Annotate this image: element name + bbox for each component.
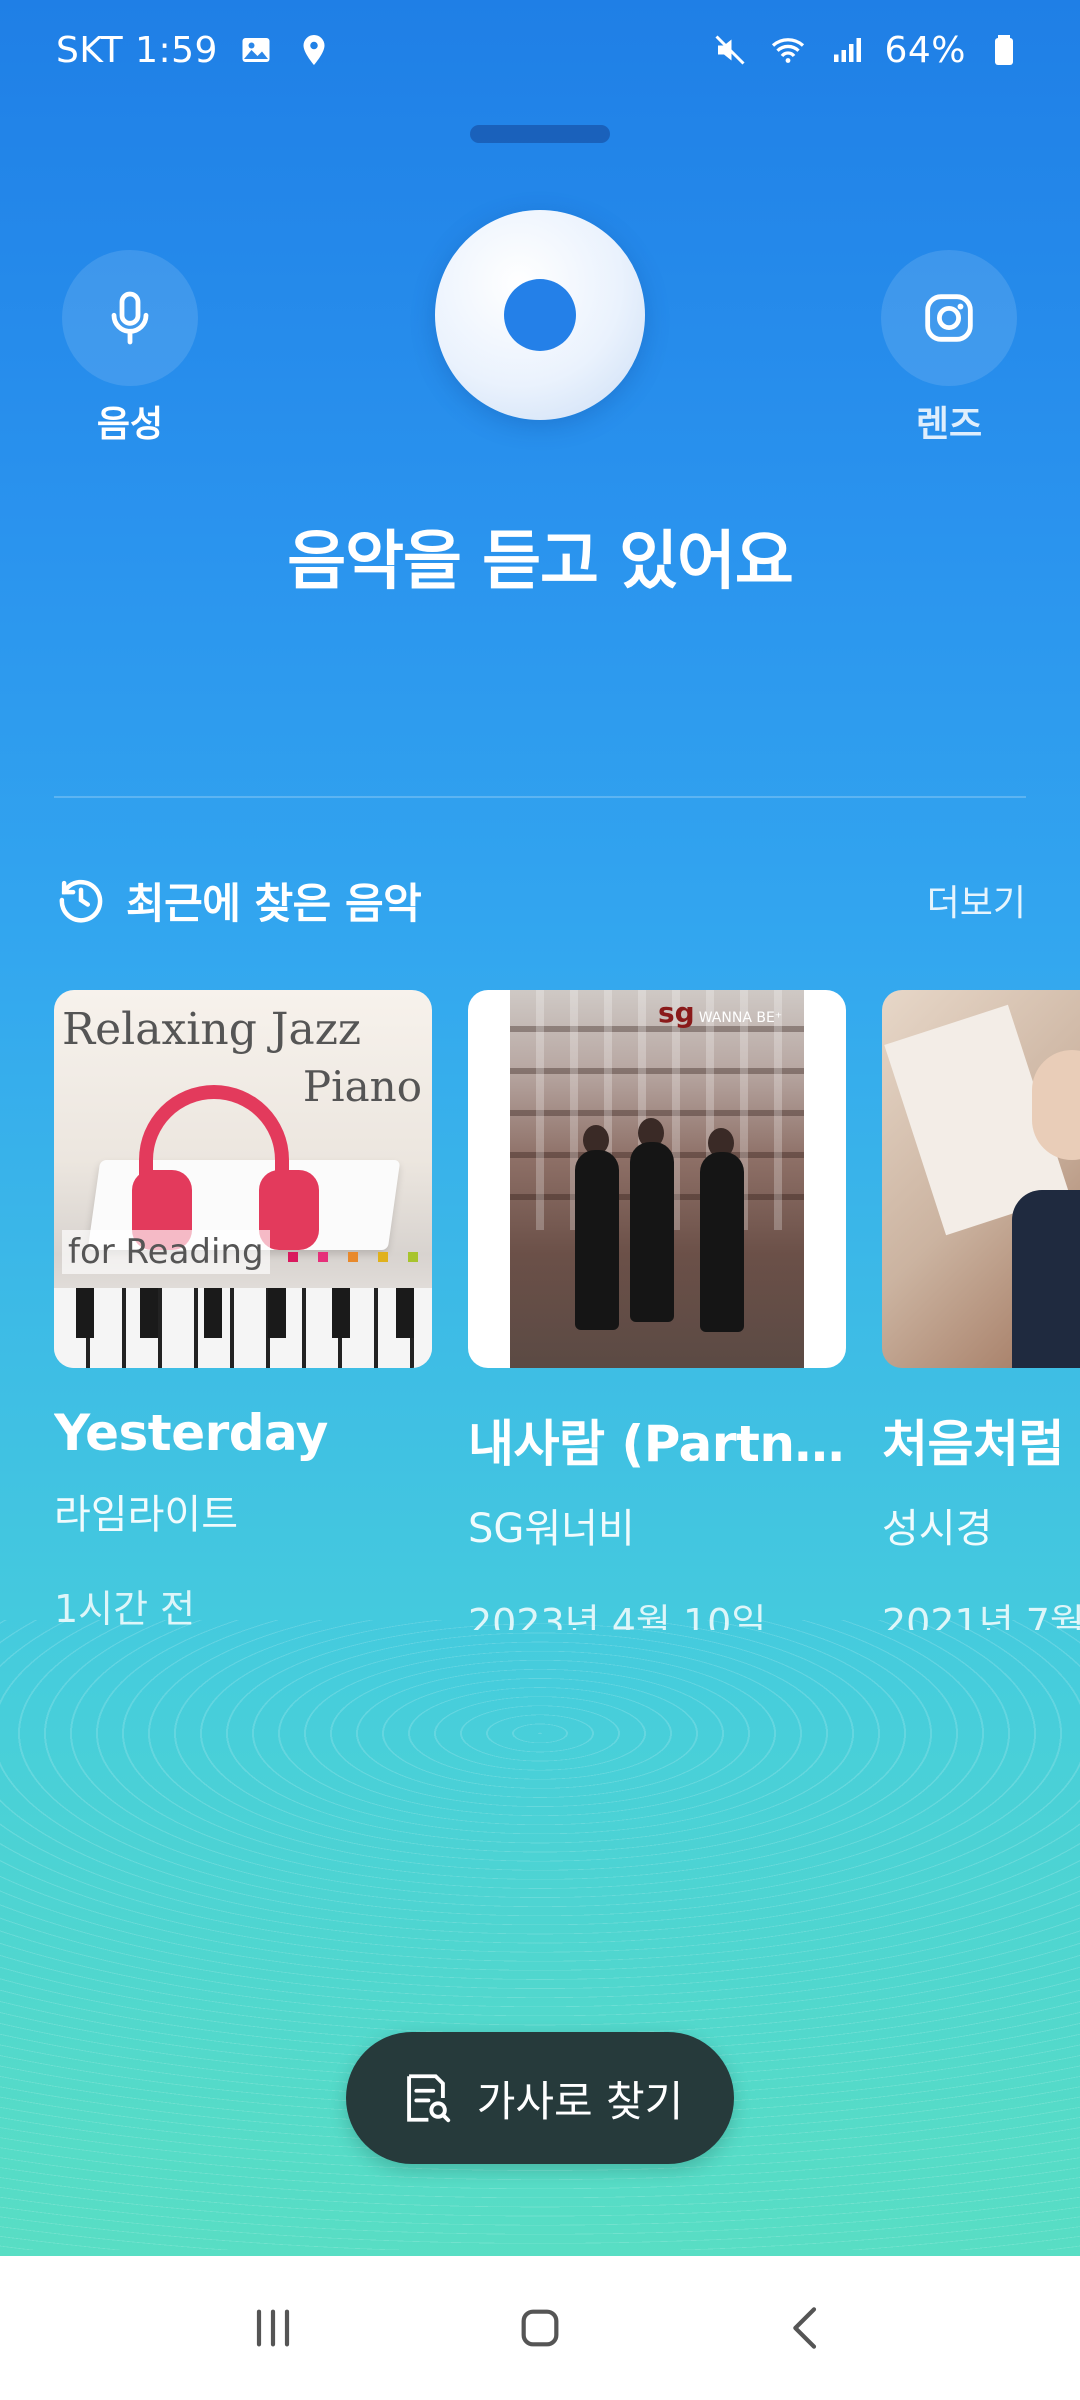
lyrics-search-button[interactable]: 가사로 찾기 xyxy=(346,2032,734,2164)
art-logo: sg WANNA BE⁺ xyxy=(658,996,782,1029)
lens-label[interactable]: 렌즈 xyxy=(849,395,1049,447)
mute-icon xyxy=(710,30,750,70)
art-person xyxy=(630,1142,674,1322)
song-title: Yesterday xyxy=(54,1404,328,1462)
album-art: Relaxing Jazz Piano for Reading xyxy=(54,990,432,1368)
history-icon xyxy=(59,879,103,923)
album-art: sg WANNA BE⁺ xyxy=(468,990,846,1368)
song-title: 내사람 (Partner... xyxy=(468,1415,846,1473)
list-item[interactable]: Relaxing Jazz Piano for Reading Yesterda… xyxy=(54,990,432,1630)
recent-apps-icon xyxy=(257,2309,290,2347)
album-art xyxy=(882,990,1080,1368)
status-right: 64% xyxy=(710,30,1024,71)
carrier-time: SKT 1:59 xyxy=(56,29,218,71)
lyrics-search-icon xyxy=(406,2074,450,2123)
list-item[interactable]: sgWANNA BE⁺ 내사람 (Partner... SG워너비 2023년 … xyxy=(468,990,846,1630)
more-link[interactable]: 더보기 xyxy=(927,874,1026,926)
wifi-icon xyxy=(768,30,808,70)
listening-title: 음악을 듣고 있어요 xyxy=(287,525,794,599)
lyrics-search-label: 가사로 찾기 xyxy=(476,2076,684,2126)
microphone-icon xyxy=(111,291,149,345)
location-icon xyxy=(294,30,334,70)
list-item[interactable]: 처음처럼 성시경 2021년 7월 xyxy=(882,990,1080,1630)
battery-percent: 64% xyxy=(884,29,966,71)
back-button[interactable] xyxy=(762,2283,852,2373)
back-icon xyxy=(792,2307,816,2349)
home-button[interactable] xyxy=(495,2283,585,2373)
status-bar: SKT 1:59 64% xyxy=(0,0,1080,100)
navigation-bar xyxy=(0,2256,1080,2400)
battery-icon xyxy=(984,30,1024,70)
art-face xyxy=(1032,1050,1080,1160)
section-divider xyxy=(54,796,1026,798)
home-icon xyxy=(521,2309,559,2347)
recent-title: 최근에 찾은 음악 xyxy=(126,878,422,928)
art-text-title: Relaxing Jazz xyxy=(62,1004,362,1055)
song-artist: 라임라이트 xyxy=(54,1492,238,1538)
gallery-icon xyxy=(236,30,276,70)
sheet-handle[interactable] xyxy=(470,125,610,143)
art-logo-sub: WANNA BE⁺ xyxy=(698,1010,783,1026)
art-logo-text: sg xyxy=(658,996,695,1029)
art-suit xyxy=(1012,1190,1080,1368)
art-piano-black-keys xyxy=(54,1288,432,1338)
art-dots xyxy=(288,1252,418,1262)
art-person xyxy=(575,1150,619,1330)
signal-icon xyxy=(826,30,866,70)
song-artist: 성시경 xyxy=(882,1506,993,1552)
recent-header: 최근에 찾은 음악 더보기 xyxy=(54,865,1026,935)
art-text-reading: for Reading xyxy=(62,1230,270,1274)
art-text-sub: Piano xyxy=(302,1062,422,1111)
recent-music-list[interactable]: Relaxing Jazz Piano for Reading Yesterda… xyxy=(54,990,1080,1630)
voice-search-button[interactable] xyxy=(62,250,198,386)
song-artist: SG워너비 xyxy=(468,1506,635,1552)
camera-lens-icon xyxy=(925,294,973,342)
art-person xyxy=(700,1152,744,1332)
status-left: SKT 1:59 xyxy=(56,30,334,71)
recent-title-wrap: 최근에 찾은 음악 xyxy=(54,870,422,931)
voice-label[interactable]: 음성 xyxy=(30,395,230,447)
lens-search-button[interactable] xyxy=(881,250,1017,386)
listening-indicator[interactable] xyxy=(435,210,645,420)
recent-apps-button[interactable] xyxy=(228,2283,318,2373)
song-title: 처음처럼 xyxy=(882,1415,1065,1473)
listening-indicator-center xyxy=(504,279,576,351)
